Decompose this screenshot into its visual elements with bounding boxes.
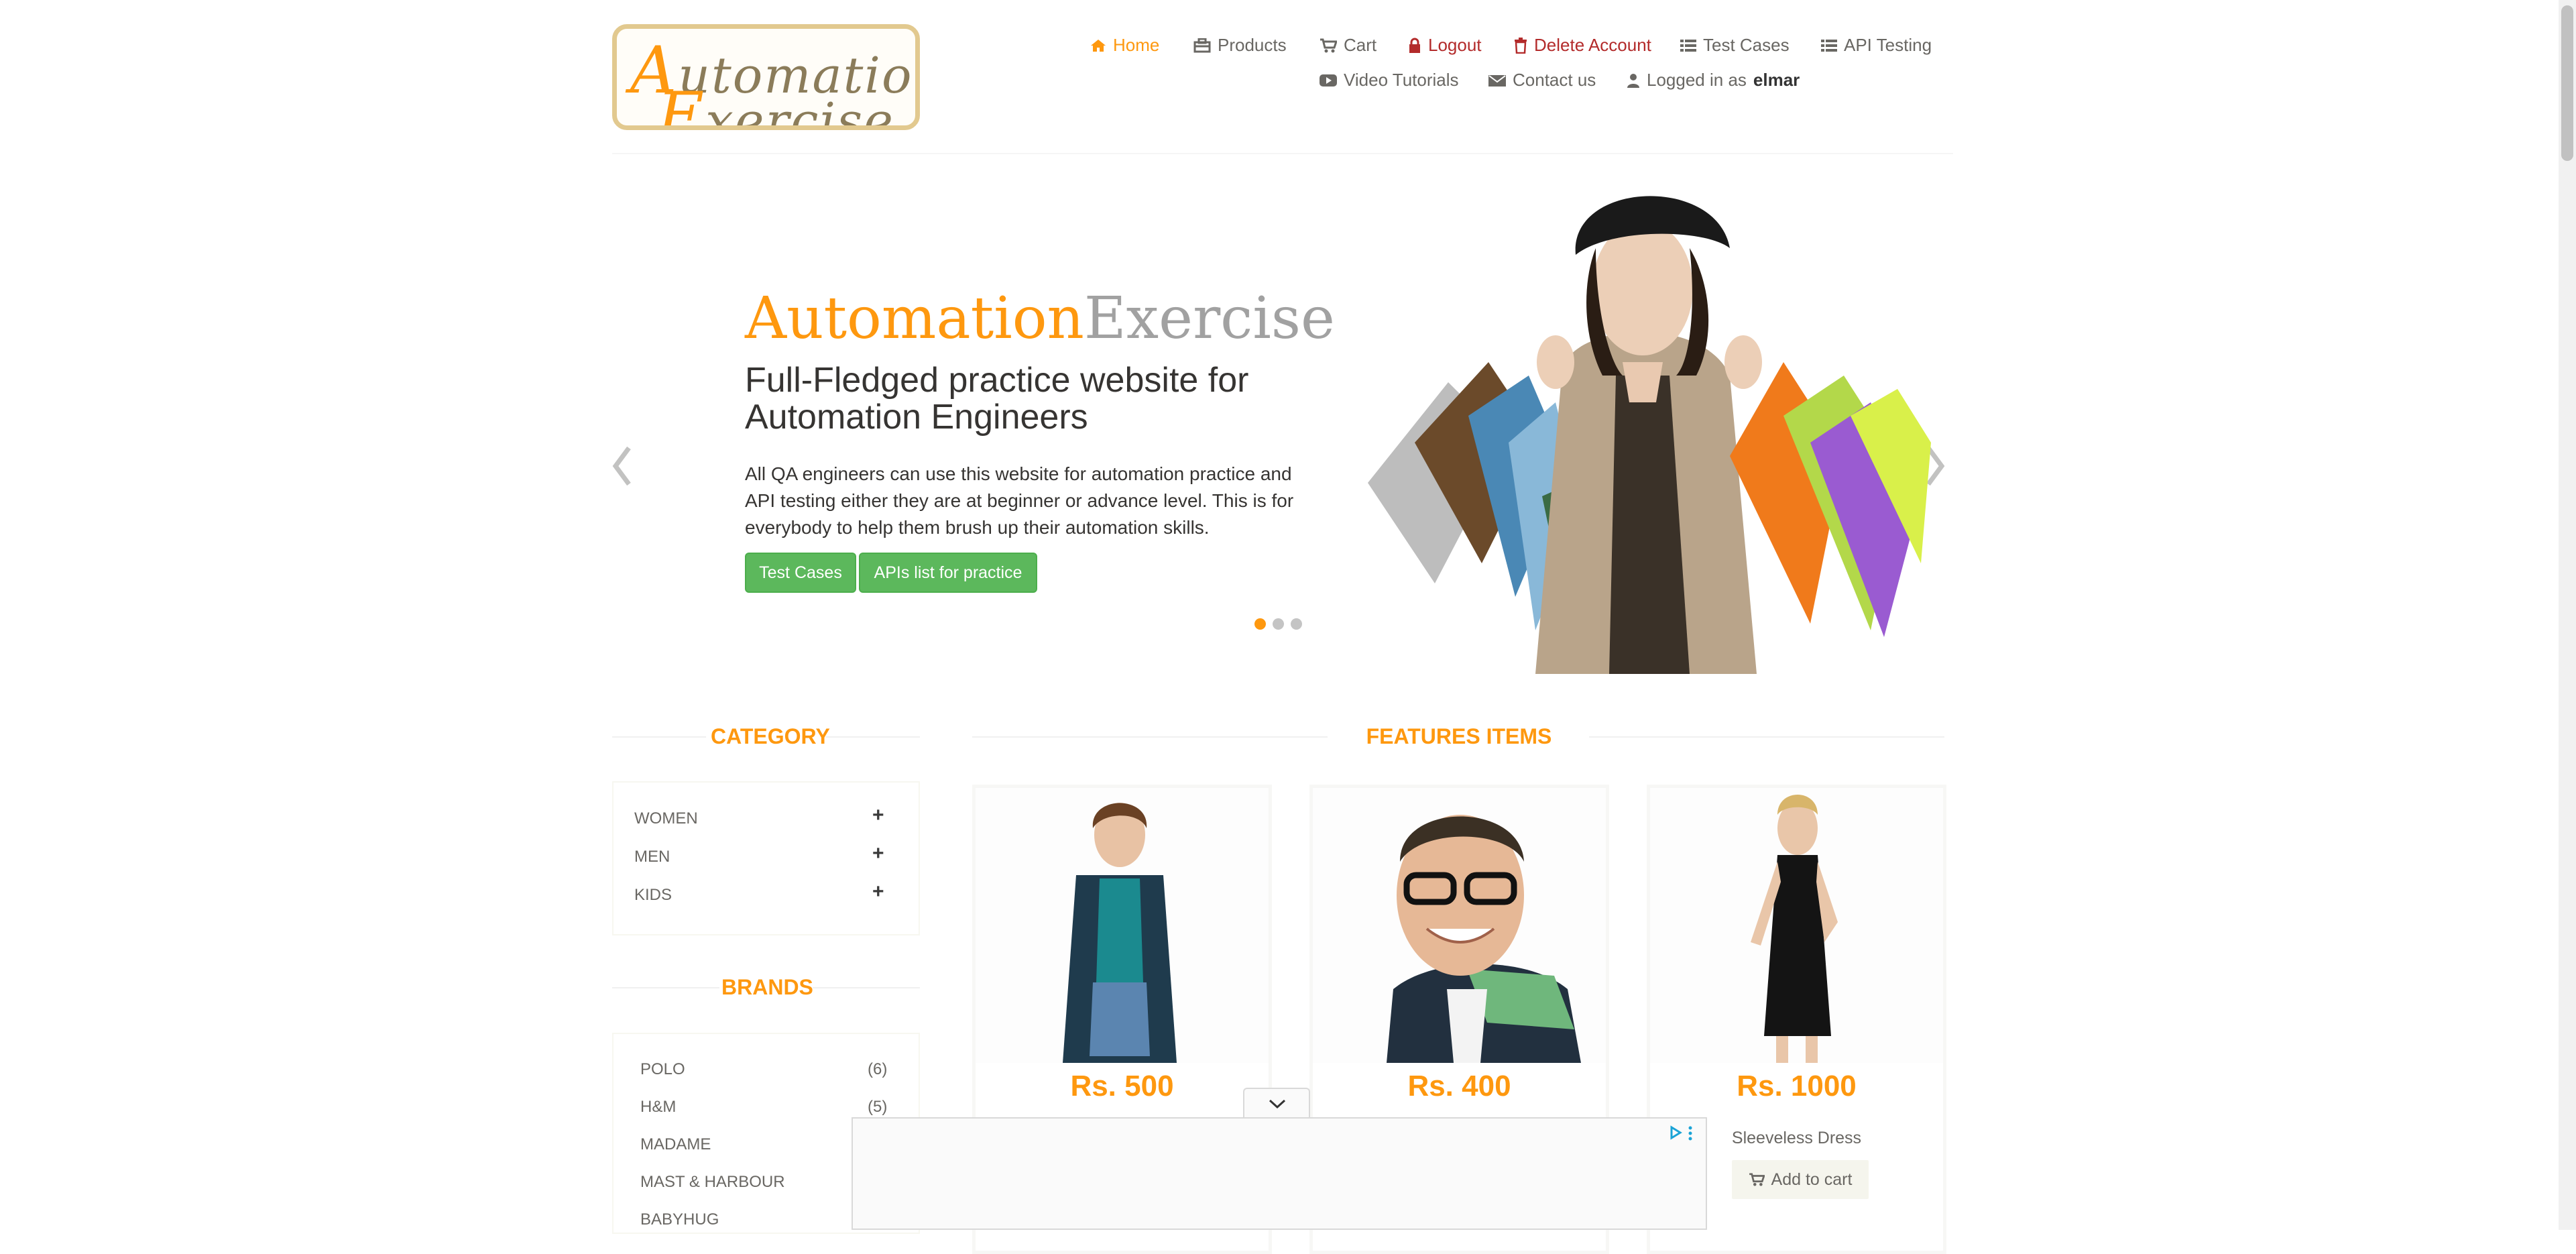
- trash-icon: [1515, 37, 1527, 54]
- slider-dot-1[interactable]: [1254, 618, 1266, 630]
- category-title: CATEGORY: [711, 724, 830, 748]
- product-image-dress: [1650, 788, 1943, 1063]
- brands-title-line-left: [612, 987, 719, 988]
- brand-count: (5): [868, 1098, 888, 1116]
- slider-dot-2[interactable]: [1273, 618, 1284, 630]
- category-item-women[interactable]: WOMEN: [634, 809, 698, 828]
- adchoices-icon[interactable]: [1668, 1125, 1683, 1140]
- hero-title-part2: Exercise: [1084, 285, 1335, 352]
- slider-dot-3[interactable]: [1291, 618, 1302, 630]
- nav-api-testing[interactable]: API Testing: [1821, 35, 1932, 56]
- hero-description: All QA engineers can use this website fo…: [745, 463, 1294, 538]
- nav-api-testing-label: API Testing: [1844, 35, 1932, 55]
- hero-girl-image: [1368, 196, 1931, 674]
- product-price: Rs. 500: [1070, 1070, 1174, 1102]
- nav-test-cases-label: Test Cases: [1703, 35, 1790, 55]
- hero-apis-button[interactable]: APIs list for practice: [859, 553, 1037, 593]
- cart-icon: [1320, 38, 1337, 52]
- category-title-line-right: [826, 736, 920, 738]
- features-title-line-right: [1589, 736, 1944, 738]
- nav-home-label: Home: [1113, 35, 1160, 55]
- scrollbar-thumb[interactable]: [2561, 5, 2573, 161]
- product-price: Rs. 400: [1407, 1070, 1511, 1102]
- envelope-icon: [1488, 74, 1506, 87]
- hero-test-cases-button[interactable]: Test Cases: [745, 553, 856, 593]
- nav-contact-us[interactable]: Contact us: [1488, 70, 1596, 91]
- chevron-down-icon: [1269, 1099, 1286, 1109]
- hero-title: AutomationExercise: [745, 285, 1335, 352]
- nav-delete-account-label: Delete Account: [1534, 35, 1651, 55]
- youtube-play-icon: [1320, 74, 1337, 87]
- nav-products[interactable]: Products: [1193, 35, 1287, 56]
- logo-line-2: Exercise: [657, 78, 894, 130]
- brand-item[interactable]: MADAME: [640, 1135, 711, 1154]
- nav-test-cases[interactable]: Test Cases: [1680, 35, 1790, 56]
- hero-subtitle: Full-Fledged practice website for Automa…: [745, 361, 1249, 437]
- brand-count: (6): [868, 1060, 888, 1078]
- features-title-line-left: [972, 736, 1328, 738]
- add-to-cart-label: Add to cart: [1771, 1170, 1853, 1189]
- add-to-cart-button[interactable]: Add to cart: [1732, 1160, 1869, 1199]
- nav-logout[interactable]: Logout: [1408, 35, 1482, 56]
- brand-item[interactable]: POLO: [640, 1060, 685, 1079]
- category-item-kids[interactable]: KIDS: [634, 886, 672, 905]
- slider-top-border: [612, 153, 1953, 154]
- brand-item[interactable]: MAST & HARBOUR: [640, 1173, 785, 1192]
- nav-home[interactable]: Home: [1090, 35, 1159, 56]
- nav-contact-us-label: Contact us: [1513, 70, 1596, 90]
- expand-women-icon[interactable]: +: [872, 804, 884, 827]
- page: Automation Exercise Home Products Cart L…: [0, 0, 2576, 1254]
- home-icon: [1091, 39, 1106, 52]
- nav-logout-label: Logout: [1428, 35, 1482, 55]
- nav-video-tutorials-label: Video Tutorials: [1344, 70, 1459, 90]
- brand-item[interactable]: BABYHUG: [640, 1210, 719, 1229]
- brands-title-line-right: [813, 987, 920, 988]
- category-item-men[interactable]: MEN: [634, 848, 670, 866]
- user-icon: [1627, 73, 1639, 88]
- nav-cart-label: Cart: [1344, 35, 1377, 55]
- list-icon: [1680, 39, 1696, 52]
- logged-in-status: Logged in as elmar: [1627, 70, 1800, 91]
- nav-cart[interactable]: Cart: [1320, 35, 1377, 56]
- cart-icon: [1749, 1173, 1765, 1186]
- logged-in-prefix: Logged in as: [1647, 70, 1747, 90]
- product-image-woman: [976, 788, 1269, 1063]
- ad-banner[interactable]: [852, 1117, 1707, 1230]
- slider-prev-arrow-icon[interactable]: [609, 443, 636, 490]
- nav-products-label: Products: [1218, 35, 1287, 55]
- product-price: Rs. 1000: [1737, 1070, 1857, 1102]
- page-scrollbar[interactable]: [2559, 0, 2576, 1230]
- logged-in-username: elmar: [1753, 70, 1800, 90]
- more-options-icon[interactable]: [1687, 1125, 1694, 1141]
- nav-delete-account[interactable]: Delete Account: [1514, 35, 1651, 56]
- lock-icon: [1409, 38, 1420, 53]
- brands-title: BRANDS: [721, 975, 813, 999]
- features-title: FEATURES ITEMS: [1366, 724, 1552, 748]
- hero-title-part1: Automation: [745, 285, 1084, 352]
- product-image-man: [1313, 788, 1606, 1063]
- site-logo[interactable]: Automation Exercise: [612, 24, 920, 130]
- brand-item[interactable]: H&M: [640, 1098, 676, 1117]
- products-icon: [1193, 38, 1211, 52]
- nav-video-tutorials[interactable]: Video Tutorials: [1320, 70, 1459, 91]
- ad-collapse-tab[interactable]: [1243, 1088, 1310, 1119]
- list-icon: [1821, 39, 1837, 52]
- expand-men-icon[interactable]: +: [872, 842, 884, 865]
- expand-kids-icon[interactable]: +: [872, 880, 884, 903]
- category-title-line-left: [612, 736, 706, 738]
